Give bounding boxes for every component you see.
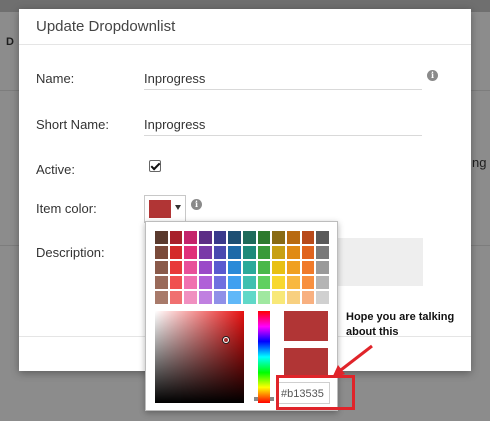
color-swatch[interactable] (184, 291, 198, 304)
hue-slider[interactable] (258, 311, 270, 403)
color-swatch[interactable] (257, 246, 271, 259)
color-swatch[interactable] (301, 276, 315, 289)
color-swatch[interactable] (184, 261, 198, 274)
color-swatch[interactable] (199, 291, 212, 304)
color-swatch[interactable] (155, 231, 168, 244)
item-color-label: Item color: (36, 201, 97, 216)
current-color-preview (284, 348, 328, 378)
color-swatch[interactable] (184, 246, 198, 259)
color-swatch[interactable] (213, 276, 227, 289)
color-swatch[interactable] (287, 291, 300, 304)
info-icon[interactable]: i (191, 199, 202, 210)
selected-color-swatch (149, 200, 171, 218)
color-swatch-grid (155, 231, 331, 306)
color-swatch[interactable] (257, 231, 271, 244)
color-swatch[interactable] (301, 261, 315, 274)
active-checkbox[interactable] (149, 160, 161, 172)
color-swatch[interactable] (199, 261, 212, 274)
name-label: Name: (36, 71, 75, 86)
color-swatch[interactable] (243, 261, 256, 274)
color-swatch[interactable] (316, 276, 330, 289)
color-swatch[interactable] (228, 246, 242, 259)
hue-slider-handle[interactable] (254, 397, 274, 401)
short-name-label: Short Name: (36, 117, 109, 132)
color-swatch[interactable] (213, 291, 227, 304)
color-swatch[interactable] (272, 261, 286, 274)
color-swatch[interactable] (184, 276, 198, 289)
color-swatch[interactable] (243, 276, 256, 289)
color-swatch[interactable] (184, 231, 198, 244)
name-value: Inprogress (144, 71, 206, 86)
background-text-left: D (6, 36, 14, 48)
palette-row (155, 261, 331, 276)
name-field[interactable]: Inprogress (144, 66, 422, 90)
active-label: Active: (36, 162, 76, 177)
color-swatch[interactable] (199, 276, 212, 289)
dialog-header: Update Dropdownlist (19, 9, 471, 45)
color-swatch[interactable] (228, 276, 242, 289)
short-name-field[interactable]: Inprogress (144, 112, 422, 136)
color-swatch[interactable] (228, 261, 242, 274)
description-label: Description: (36, 245, 105, 260)
chevron-down-icon (175, 205, 181, 210)
new-color-preview (284, 311, 328, 341)
color-swatch[interactable] (301, 291, 315, 304)
color-swatch[interactable] (169, 276, 183, 289)
color-swatch[interactable] (155, 246, 168, 259)
color-swatch[interactable] (155, 291, 168, 304)
color-swatch[interactable] (316, 246, 330, 259)
color-swatch[interactable] (243, 246, 256, 259)
color-swatch[interactable] (155, 261, 168, 274)
palette-row (155, 231, 331, 246)
color-swatch[interactable] (243, 291, 256, 304)
color-swatch[interactable] (169, 246, 183, 259)
color-swatch[interactable] (301, 246, 315, 259)
color-swatch[interactable] (213, 246, 227, 259)
annotation-highlight-box (276, 375, 355, 410)
annotation-text: Hope you are talking about this (346, 311, 455, 338)
short-name-value: Inprogress (144, 117, 206, 132)
color-swatch[interactable] (257, 276, 271, 289)
color-swatch[interactable] (213, 231, 227, 244)
color-swatch[interactable] (199, 246, 212, 259)
item-color-picker-button[interactable] (144, 195, 186, 223)
color-swatch[interactable] (272, 246, 286, 259)
color-swatch[interactable] (155, 276, 168, 289)
color-swatch[interactable] (272, 276, 286, 289)
info-icon[interactable]: i (427, 70, 438, 81)
color-swatch[interactable] (228, 231, 242, 244)
color-swatch[interactable] (169, 291, 183, 304)
color-swatch[interactable] (272, 231, 286, 244)
color-swatch[interactable] (169, 231, 183, 244)
color-swatch[interactable] (243, 231, 256, 244)
color-swatch[interactable] (316, 291, 330, 304)
color-swatch[interactable] (272, 291, 286, 304)
color-swatch[interactable] (287, 261, 300, 274)
color-swatch[interactable] (287, 231, 300, 244)
color-swatch[interactable] (257, 261, 271, 274)
color-swatch[interactable] (169, 261, 183, 274)
color-swatch[interactable] (213, 261, 227, 274)
color-swatch[interactable] (287, 246, 300, 259)
saturation-value-picker[interactable] (155, 311, 244, 403)
color-swatch[interactable] (316, 261, 330, 274)
palette-row (155, 291, 331, 306)
description-textarea[interactable] (336, 238, 423, 286)
color-swatch[interactable] (287, 276, 300, 289)
color-swatch[interactable] (257, 291, 271, 304)
color-swatch[interactable] (301, 231, 315, 244)
palette-row (155, 246, 331, 261)
color-swatch[interactable] (316, 231, 330, 244)
color-swatch[interactable] (228, 291, 242, 304)
saturation-cursor[interactable] (223, 337, 229, 343)
palette-row (155, 276, 331, 291)
background-text-right: ng 1 (472, 155, 490, 170)
color-swatch[interactable] (199, 231, 212, 244)
dialog-title: Update Dropdownlist (36, 18, 176, 35)
